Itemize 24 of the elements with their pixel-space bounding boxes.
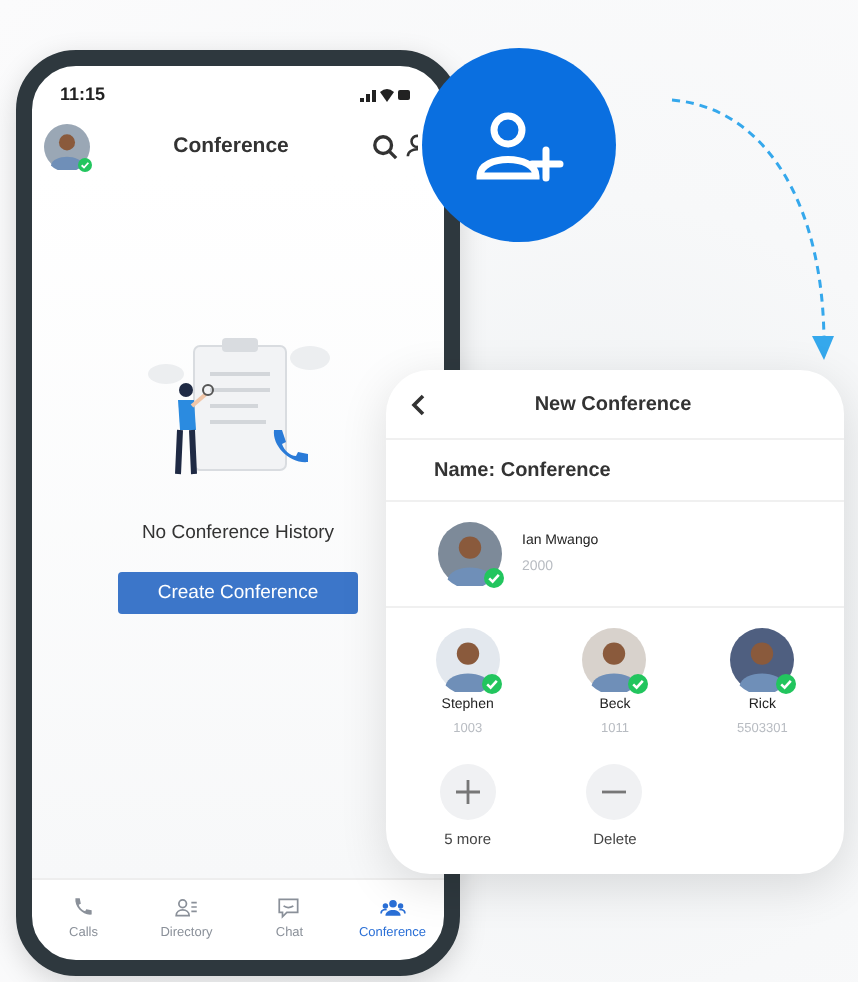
card-title: New Conference: [532, 393, 694, 415]
online-check-icon: [481, 674, 502, 694]
online-check-icon: [484, 568, 504, 588]
chat-icon: [276, 893, 303, 919]
user-avatar: [44, 123, 90, 169]
create-conference-button[interactable]: Create Conference: [118, 571, 358, 613]
participant-avatar: [730, 628, 795, 692]
status-icons: [360, 85, 412, 101]
plus-icon: [455, 780, 480, 804]
participant-avatar: [582, 628, 647, 692]
online-check-icon: [628, 674, 649, 694]
back-button[interactable]: [410, 393, 426, 415]
add-user-icon: [473, 109, 565, 181]
back-icon: [410, 393, 426, 415]
empty-state-message: No Conference History: [141, 521, 335, 543]
conference-name: Name: Conference: [386, 440, 844, 502]
search-icon[interactable]: [372, 133, 398, 159]
phone-icon: [70, 893, 97, 919]
online-check-icon: [776, 674, 797, 694]
online-check-icon: [78, 157, 92, 171]
status-time: 11:15: [60, 83, 106, 103]
screen-title: Conference: [171, 134, 291, 158]
host-avatar: [438, 522, 502, 586]
participant-avatar: [435, 628, 500, 692]
